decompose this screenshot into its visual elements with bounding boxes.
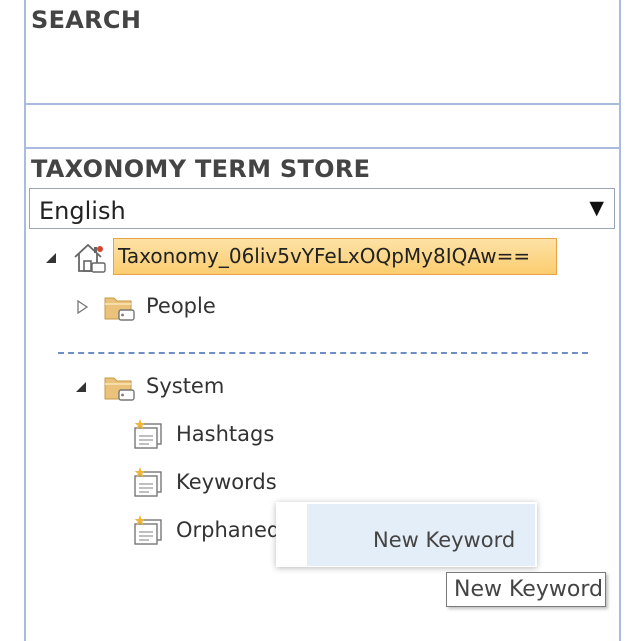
language-select-value: English [39,197,126,225]
group-node-system[interactable]: System [146,374,224,398]
expanded-triangle-icon[interactable] [74,380,88,394]
context-menu: New Keyword [276,502,537,567]
menu-item-label: New Keyword [373,528,516,552]
term-set-node-orphaned[interactable]: Orphaned [176,518,280,542]
term-set-node-hashtags[interactable]: Hashtags [176,422,274,446]
expanded-triangle-icon[interactable] [44,251,58,265]
home-icon [74,243,106,273]
drop-divider [58,352,588,354]
term-set-icon [134,467,162,497]
tooltip-text: New Keyword [454,577,603,602]
group-node-people[interactable]: People [146,294,216,318]
term-store-section-divider [24,147,621,149]
folder-tag-icon [104,297,135,321]
term-set-icon [134,515,162,545]
term-store-title: TAXONOMY TERM STORE [31,155,371,183]
language-select[interactable]: English ▼ [29,188,615,229]
term-set-node-keywords[interactable]: Keywords [176,470,277,494]
term-set-icon [134,419,162,449]
menu-item-new-keyword[interactable]: New Keyword [307,504,535,566]
collapsed-triangle-icon[interactable] [75,300,89,314]
taxonomy-root-node[interactable]: Taxonomy_06liv5vYFeLxOQpMy8IQAw== [113,238,557,275]
search-section-divider [24,103,621,105]
dropdown-arrow-icon[interactable]: ▼ [589,197,604,219]
folder-tag-icon [104,377,135,401]
tooltip: New Keyword [446,572,606,607]
search-section-title: SEARCH [31,6,142,34]
